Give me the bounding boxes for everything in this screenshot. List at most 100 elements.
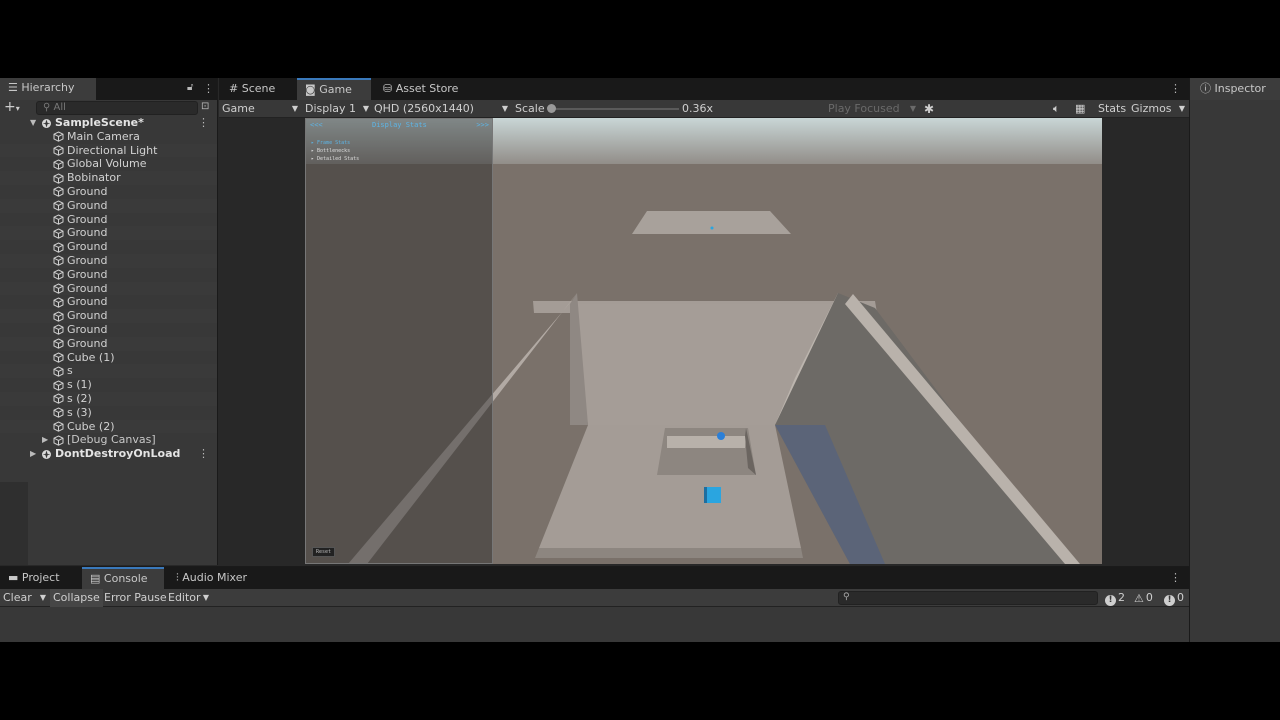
row-menu-icon[interactable]: ⋮ [198, 116, 209, 130]
error-pause-button[interactable]: Error Pause [101, 589, 170, 607]
scale-slider-handle[interactable] [547, 104, 556, 113]
scene-search-icon[interactable]: ⊡ [201, 101, 209, 112]
tree-item[interactable]: Ground [0, 336, 217, 351]
tree-item[interactable]: Ground [0, 295, 217, 309]
tree-item[interactable]: Ground [0, 240, 217, 254]
gameobject-cube-icon [53, 324, 64, 336]
keyboard-icon[interactable]: ▦ [1075, 100, 1085, 118]
info-count-toggle[interactable]: ! 2 [1105, 589, 1125, 607]
tree-item[interactable]: Ground [0, 309, 217, 323]
blue-cube [706, 487, 721, 503]
editor-dropdown[interactable]: Editor ▼ [165, 589, 211, 607]
lock-icon[interactable]: 🔓︎ [187, 82, 193, 93]
tab-asset-store[interactable]: ⛁ Asset Store [375, 78, 475, 100]
tree-item-label: SampleScene* [55, 116, 144, 129]
bug-icon[interactable]: ✱ [924, 100, 934, 118]
overlay-spacer [306, 131, 492, 139]
tree-item[interactable]: Ground [0, 213, 217, 227]
tab-inspector[interactable]: ⓘ Inspector [1192, 78, 1274, 100]
game-viewport[interactable]: <<< Display Stats >>> ▸ Frame Stats ▸ Bo… [305, 118, 1102, 564]
tree-item[interactable]: Ground [0, 281, 217, 296]
clear-dropdown[interactable]: Clear ▼ [0, 589, 48, 607]
add-object-button[interactable]: +▾ [4, 100, 20, 116]
hierarchy-search-input[interactable]: ⚲ All [36, 101, 198, 115]
tree-item[interactable]: s (2) [0, 391, 217, 406]
tree-item[interactable]: Ground [0, 198, 217, 213]
tree-item[interactable]: Cube (2) [0, 419, 217, 434]
scale-slider-track[interactable] [549, 108, 679, 110]
tree-indent-gutter [0, 482, 28, 565]
grid-icon: # [229, 82, 239, 95]
overlay-prev-button[interactable]: <<< [310, 121, 323, 129]
tree-item-label: Global Volume [67, 157, 147, 171]
overlay-item[interactable]: ▸ Frame Stats [306, 139, 492, 147]
tree-item[interactable]: Cube (1) [0, 351, 217, 365]
tree-item-label: s (1) [67, 378, 92, 392]
game-menu-icon[interactable]: ⋮ [1170, 82, 1181, 95]
dont-destroy-root[interactable]: ▶ DontDestroyOnLoad ⋮ [0, 447, 217, 461]
tab-hierarchy[interactable]: ☰ Hierarchy [0, 78, 96, 100]
tab-audio-mixer[interactable]: ⫶ Audio Mixer [168, 567, 260, 589]
overlay-item[interactable]: ▸ Detailed Stats [306, 155, 492, 163]
tree-item-label: s (2) [67, 391, 92, 405]
tree-item-debug-canvas[interactable]: ▶ [Debug Canvas] [0, 433, 217, 447]
tree-item[interactable]: Ground [0, 253, 217, 268]
gameobject-cube-icon [53, 352, 64, 363]
center-pit [657, 428, 756, 475]
tree-item[interactable]: Bobinator [0, 171, 217, 185]
tree-item[interactable]: Directional Light [0, 143, 217, 158]
resolution-dropdown[interactable]: QHD (2560x1440) ▼ [374, 100, 508, 118]
tree-item-label: Ground [67, 281, 108, 295]
gizmos-dropdown[interactable]: Gizmos ▼ [1131, 100, 1187, 118]
tree-item[interactable]: s [0, 364, 217, 379]
tree-item[interactable]: Ground [0, 268, 217, 282]
console-search-input[interactable]: ⚲ [838, 591, 1098, 605]
gameobject-cube-icon [53, 283, 64, 294]
display-dropdown[interactable]: Display 1 ▼ [305, 100, 369, 118]
tab-game[interactable]: ◙ Game [297, 78, 371, 100]
overlay-item[interactable]: ▸ Bottlenecks [306, 147, 492, 155]
info-icon: ! [1105, 595, 1116, 606]
hierarchy-menu-icon[interactable]: ⋮ [203, 82, 214, 95]
warning-count-toggle[interactable]: ⚠ 0 [1134, 589, 1153, 607]
tree-item-label: s (3) [67, 405, 92, 419]
gameobject-cube-icon [53, 269, 64, 281]
tree-item[interactable]: s (1) [0, 378, 217, 392]
overlay-reset-button[interactable]: Reset [312, 547, 336, 557]
tree-item[interactable]: Global Volume [0, 157, 217, 171]
tree-item-label: Ground [67, 184, 108, 198]
error-count-toggle[interactable]: ! 0 [1164, 589, 1184, 607]
tree-item[interactable]: Ground [0, 323, 217, 337]
scene-icon [41, 118, 52, 129]
gameobject-cube-icon [53, 131, 64, 143]
play-focused-dropdown[interactable]: Play Focused ▼ [828, 100, 916, 118]
tab-project[interactable]: ▬ Project [0, 567, 80, 589]
mode-dropdown[interactable]: Game ▼ [222, 100, 298, 118]
scene-root[interactable]: ▼ SampleScene* ⋮ [0, 116, 217, 130]
tree-item-label: Ground [67, 198, 108, 212]
warning-icon: ⚠ [1134, 592, 1144, 605]
expand-arrow-icon[interactable]: ▼ [30, 116, 36, 130]
tree-item[interactable]: Ground [0, 226, 217, 241]
row-menu-icon[interactable]: ⋮ [198, 447, 209, 461]
overlay-next-button[interactable]: >>> [476, 121, 489, 129]
tree-item[interactable]: Ground [0, 185, 217, 199]
collapse-arrow-icon[interactable]: ▶ [30, 447, 36, 461]
hierarchy-toolbar: +▾ ⚲ All ⊡ [0, 100, 217, 116]
debug-stats-overlay: <<< Display Stats >>> ▸ Frame Stats ▸ Bo… [305, 118, 493, 564]
tab-scene[interactable]: # Scene [221, 78, 297, 100]
audio-mute-icon[interactable]: 🔈︎ [1053, 100, 1060, 118]
scale-label: Scale [515, 102, 545, 115]
console-menu-icon[interactable]: ⋮ [1170, 571, 1181, 584]
collapse-arrow-icon[interactable]: ▶ [42, 433, 48, 447]
hierarchy-tab-bar: ☰ Hierarchy 🔓︎ ⋮ [0, 78, 217, 100]
tab-console[interactable]: ▤ Console [82, 567, 164, 589]
gameobject-cube-icon [53, 338, 64, 350]
bottom-tab-bar: ▬ Project ▤ Console ⫶ Audio Mixer ⋮ [0, 567, 1189, 589]
stats-button[interactable]: Stats [1098, 100, 1126, 118]
tree-item[interactable]: Main Camera [0, 130, 217, 144]
mixer-icon: ⫶ [176, 571, 179, 584]
collapse-button[interactable]: Collapse [50, 589, 103, 607]
inspector-tab-bar: ⓘ Inspector [1190, 78, 1280, 100]
tree-item[interactable]: s (3) [0, 406, 217, 420]
